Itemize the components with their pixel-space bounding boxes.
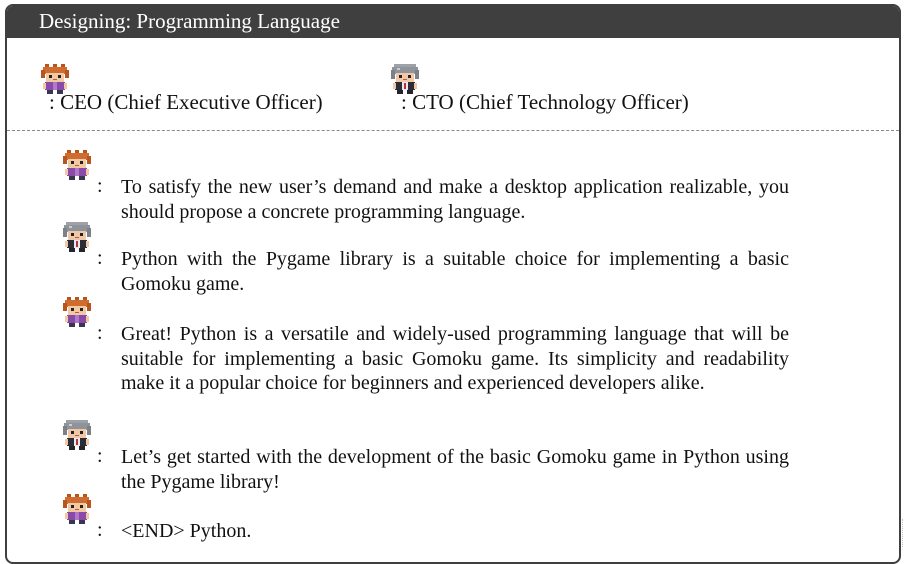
cto-avatar-icon (63, 222, 91, 252)
message-text: Great! Python is a versatile and widely-… (121, 323, 789, 394)
message-text: Python with the Pygame library is a suit… (121, 248, 789, 295)
ceo-avatar-icon (63, 150, 91, 180)
speaker-colon: : (97, 445, 103, 467)
speaker-colon: : (97, 519, 103, 541)
panel-title: Designing: Programming Language (7, 6, 899, 38)
role-cto-label: : CTO (Chief Technology Officer) (401, 90, 689, 114)
ceo-avatar-icon (63, 297, 91, 327)
speaker-colon: : (97, 322, 103, 344)
message-text: Let’s get started with the development o… (121, 446, 789, 493)
speaker-colon: : (97, 247, 103, 269)
message-text: To satisfy the new user’s demand and mak… (121, 176, 789, 223)
dialogue-panel: Designing: Programming Language : CEO (C… (5, 4, 901, 564)
ceo-avatar-icon (63, 494, 91, 524)
role-ceo-label: : CEO (Chief Executive Officer) (49, 90, 323, 114)
speaker-colon: : (97, 175, 103, 197)
message-text: <END> Python. (121, 520, 252, 542)
cto-avatar-icon (63, 420, 91, 450)
edge-mark (902, 519, 909, 547)
section-divider (7, 130, 899, 131)
